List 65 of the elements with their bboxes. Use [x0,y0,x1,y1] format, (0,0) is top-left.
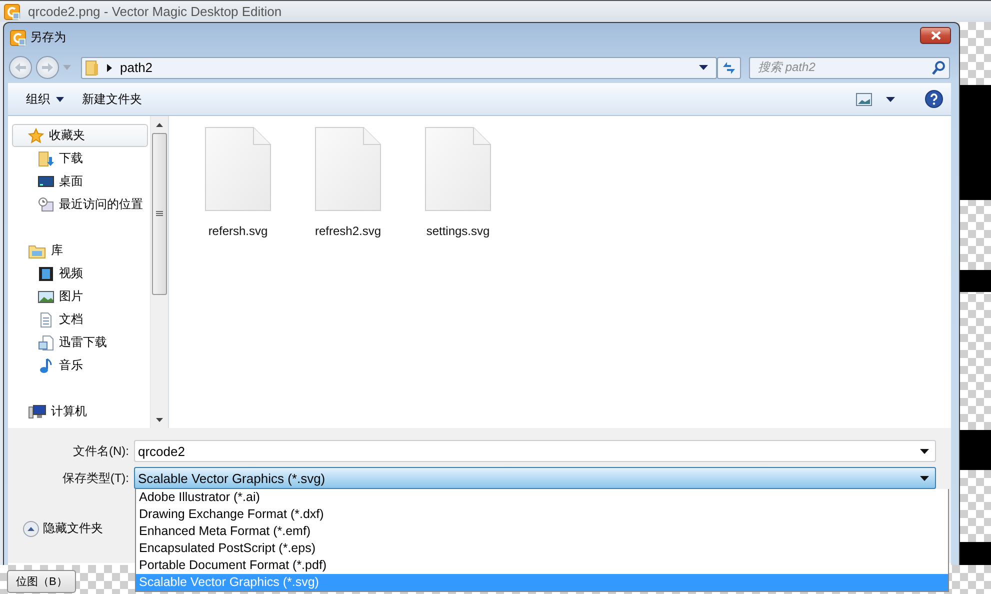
dropdown-option[interactable]: Adobe Illustrator (*.ai) [136,489,948,506]
download-folder-icon [38,150,54,166]
filename-field[interactable]: qrcode2 [134,440,936,462]
close-icon[interactable] [930,31,940,40]
hide-folders-button[interactable]: 隐藏文件夹 [23,520,103,537]
computer-icon [28,404,46,420]
dropdown-option[interactable]: Enhanced Meta Format (*.emf) [136,523,948,540]
close-button[interactable] [920,27,951,44]
nav-item[interactable]: 桌面 [12,170,148,193]
nav-item[interactable]: 图片 [12,285,148,308]
nav-item[interactable]: 视频 [12,262,148,285]
caret-icon[interactable] [56,96,64,102]
folder-icon [85,60,99,76]
search-icon[interactable] [932,60,945,74]
nav-item[interactable]: 音乐 [12,354,148,377]
window-title: qrcode2.png - Vector Magic Desktop Edition [28,4,282,19]
dropdown-option[interactable]: Portable Document Format (*.pdf) [136,557,948,574]
bitmap-button[interactable]: 位图（B） [7,570,76,593]
caret-icon[interactable] [699,65,708,70]
dialog-title: 另存为 [30,29,67,46]
address-bar[interactable]: path2 [81,56,717,78]
file-type-label: 保存类型(T): [61,470,129,486]
nav-item[interactable]: 收藏夹 [12,124,148,147]
library-folder-icon [28,242,46,258]
breadcrumb-item[interactable]: path2 [120,60,691,75]
nav-item[interactable]: 文档 [12,308,148,331]
film-icon [38,266,54,282]
nav-item[interactable]: 迅雷下载 [12,331,148,354]
scroll-thumb[interactable] [152,133,167,295]
recent-places-icon [38,196,54,212]
refresh-button[interactable] [717,56,741,78]
file-name[interactable]: refersh.svg [208,224,268,238]
nav-item[interactable]: 下载 [12,147,148,170]
file-type-dropdown[interactable]: Scalable Vector Graphics (*.svg) [134,467,936,489]
refresh-icon[interactable] [721,60,737,74]
scroll-up-icon[interactable] [156,122,163,126]
scrollbar[interactable] [150,116,168,428]
file-name[interactable]: settings.svg [426,224,490,238]
document-icon [38,334,54,350]
desktop-icon [38,174,54,190]
document-icon [38,312,54,328]
picture-icon [38,288,54,304]
new-folder-button[interactable]: 新建文件夹 [76,88,148,110]
caret-icon[interactable] [920,476,929,480]
file-name[interactable]: refresh2.svg [314,224,382,238]
collapse-up-icon [23,520,39,536]
nav-item[interactable]: 最近访问的位置 [12,193,148,216]
star-icon [28,128,44,144]
organize-menu[interactable]: 组织 [20,88,70,110]
forward-button[interactable] [36,56,59,79]
filename-label: 文件名(N): [72,442,129,460]
help-icon[interactable] [925,90,943,108]
app-logo-icon [4,4,20,20]
nav-item[interactable]: 库 [12,239,148,262]
back-button[interactable] [9,56,32,79]
scroll-down-icon[interactable] [156,418,163,422]
breadcrumb-arrow-icon[interactable] [107,64,112,72]
app-logo-icon [10,30,26,46]
view-icon[interactable] [856,92,872,106]
music-note-icon [38,358,54,374]
caret-icon[interactable] [920,448,929,454]
dropdown-option[interactable]: Encapsulated PostScript (*.eps) [136,540,948,557]
caret-icon[interactable] [886,96,895,102]
dropdown-option[interactable]: Drawing Exchange Format (*.dxf) [136,506,948,523]
nav-item[interactable]: 计算机 [12,400,148,423]
